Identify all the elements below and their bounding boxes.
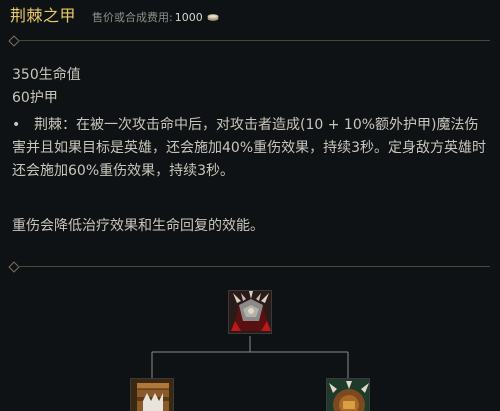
passive-description: • 荆棘：在被一次攻击命中后，对攻击者造成(10 + 10%额外护甲)魔法伤害并且… xyxy=(12,114,490,183)
divider-diamond-icon xyxy=(8,35,20,47)
stat-armor: 60护甲 xyxy=(12,90,58,106)
item-tooltip-panel: 荆棘之甲 售价或合成费用: 1000 350生命值 60护甲 • 荆棘：在被一次攻… xyxy=(0,0,500,411)
thornmail-icon[interactable] xyxy=(228,290,272,334)
divider-diamond-icon xyxy=(8,261,20,273)
giants-belt-icon[interactable] xyxy=(326,378,370,411)
item-stats: 350生命值 60护甲 xyxy=(12,64,492,110)
item-header: 荆棘之甲 售价或合成费用: 1000 xyxy=(10,2,219,25)
passive-text: 荆棘：在被一次攻击命中后，对攻击者造成(10 + 10%额外护甲)魔法伤害并且如… xyxy=(12,117,487,179)
price-label: 售价或合成费用: xyxy=(92,11,173,24)
item-name: 荆棘之甲 xyxy=(10,6,77,25)
header-divider xyxy=(8,35,490,47)
bramble-vest-icon[interactable] xyxy=(130,378,174,411)
recipe-tree xyxy=(0,280,500,411)
recipe-divider xyxy=(8,261,490,273)
grievous-wounds-note: 重伤会降低治疗效果和生命回复的效能。 xyxy=(12,218,264,234)
gold-coins-icon xyxy=(207,6,219,21)
bullet-marker: • xyxy=(12,117,21,133)
price-value: 1000 xyxy=(174,11,203,24)
stat-health: 350生命值 xyxy=(12,67,81,83)
